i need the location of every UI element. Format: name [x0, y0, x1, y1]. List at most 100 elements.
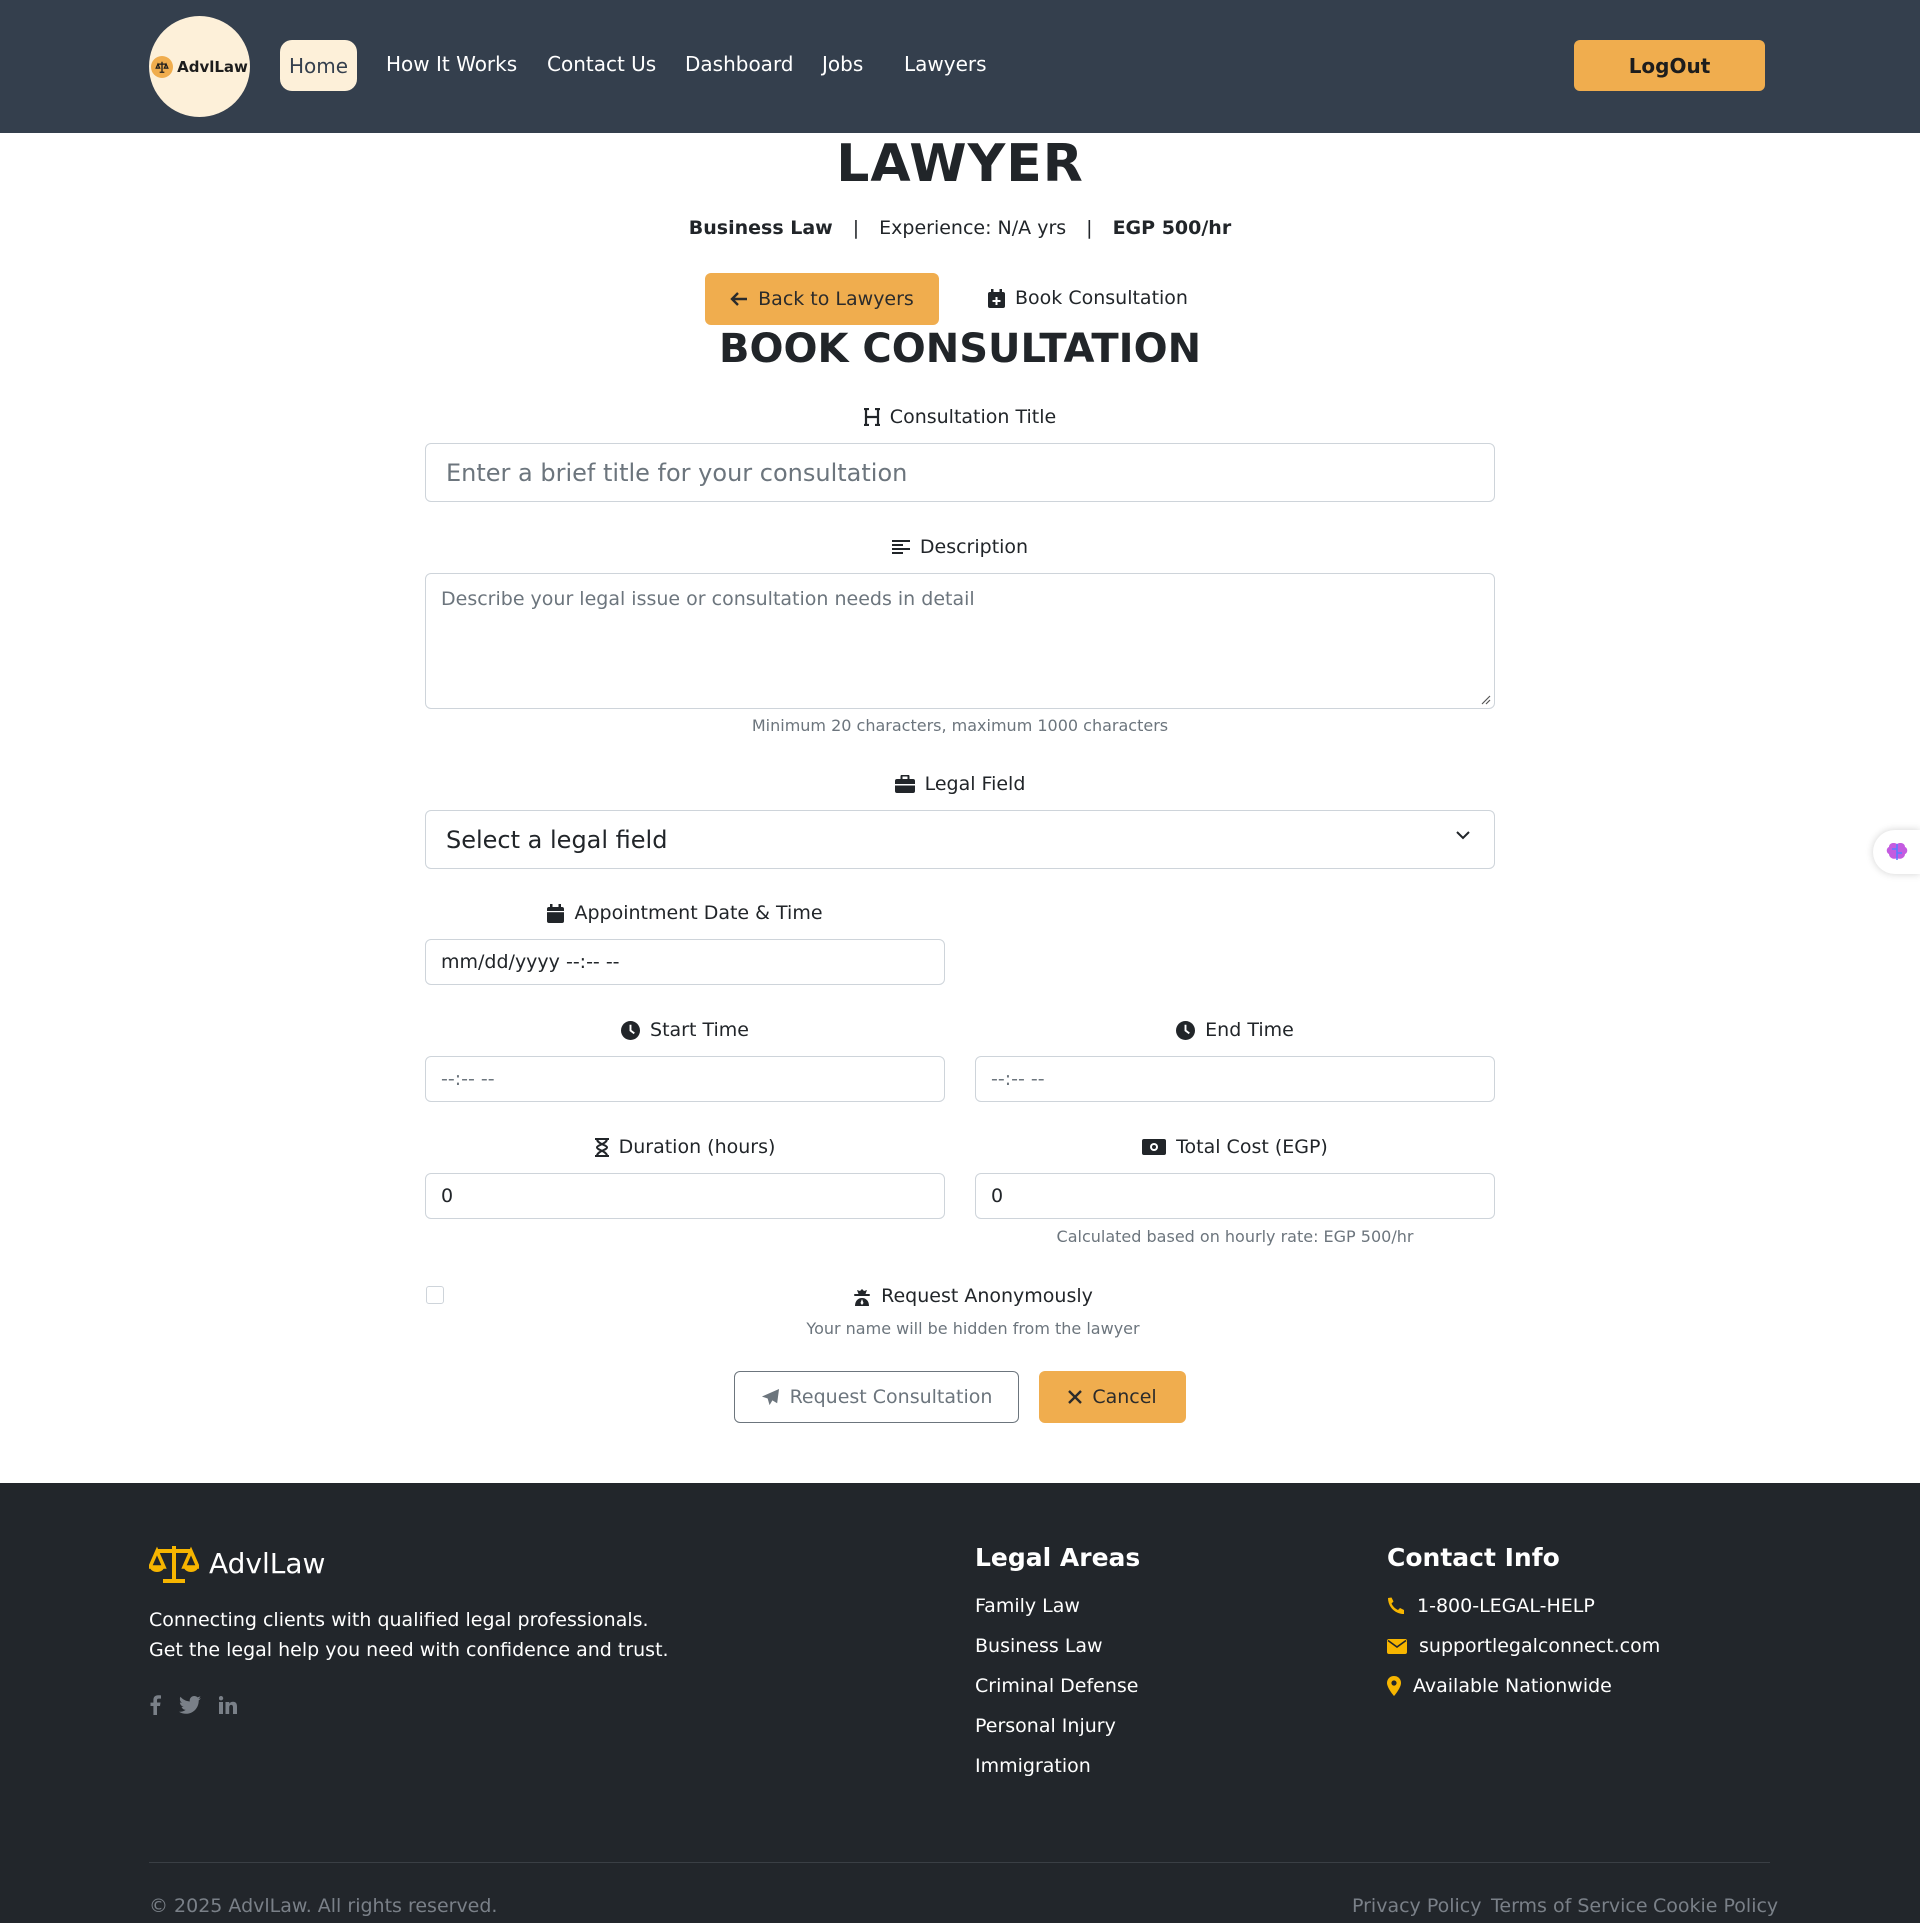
top-navbar: AdvlLaw Home How It Works Contact Us Das… — [0, 0, 1920, 133]
description-textarea[interactable]: Describe your legal issue or consultatio… — [425, 573, 1495, 709]
cookie-policy-link[interactable]: Cookie Policy — [1653, 1895, 1778, 1917]
legal-areas-heading: Legal Areas — [975, 1543, 1141, 1572]
footer-link-personal-injury[interactable]: Personal Injury — [975, 1715, 1116, 1737]
description-label-text: Description — [919, 536, 1029, 558]
end-time-label: End Time — [975, 1019, 1495, 1041]
lawyer-experience: Experience: N/A yrs — [879, 217, 1067, 239]
appointment-value: mm/dd/yyyy --:-- -- — [441, 951, 620, 973]
appointment-label-text: Appointment Date & Time — [574, 902, 823, 924]
lawyer-name: LAWYER — [836, 134, 1084, 194]
linkedin-icon[interactable] — [219, 1696, 237, 1714]
clock-icon — [621, 1020, 641, 1040]
hourglass-icon — [594, 1137, 609, 1157]
meta-separator: | — [852, 217, 860, 239]
total-cost-input[interactable]: 0 — [975, 1173, 1495, 1219]
money-bill-icon — [1142, 1139, 1167, 1155]
consultation-title-input[interactable]: Enter a brief title for your consultatio… — [425, 443, 1495, 502]
heading-icon — [863, 408, 880, 426]
scale-icon — [151, 55, 174, 78]
book-tab-label: Book Consultation — [1015, 287, 1188, 309]
brand-logo-text: AdvlLaw — [177, 57, 248, 76]
chevron-down-icon — [1456, 831, 1470, 840]
contact-phone[interactable]: 1-800-LEGAL-HELP — [1387, 1595, 1595, 1617]
nav-lawyers[interactable]: Lawyers — [904, 52, 987, 76]
phone-icon — [1388, 1597, 1404, 1614]
envelope-icon — [1387, 1638, 1407, 1654]
user-secret-icon — [854, 1288, 871, 1306]
end-time-input[interactable]: --:-- -- — [975, 1056, 1495, 1102]
start-time-label: Start Time — [425, 1019, 945, 1041]
anonymous-hint: Your name will be hidden from the lawyer — [806, 1319, 1140, 1338]
appointment-datetime-input[interactable]: mm/dd/yyyy --:-- -- — [425, 939, 945, 985]
clock-icon — [1176, 1020, 1196, 1040]
social-links — [149, 1695, 237, 1715]
legal-field-select[interactable]: Select a legal field — [425, 810, 1495, 869]
description-label: Description — [0, 536, 1920, 558]
legal-field-label-text: Legal Field — [924, 773, 1026, 795]
scale-icon — [149, 1546, 199, 1583]
contact-email[interactable]: supportlegalconnect.com — [1387, 1635, 1660, 1657]
close-icon — [1068, 1390, 1083, 1404]
nav-dashboard[interactable]: Dashboard — [685, 52, 794, 76]
cancel-button[interactable]: Cancel — [1039, 1371, 1186, 1423]
terms-of-service-link[interactable]: Terms of Service — [1491, 1895, 1648, 1917]
anonymous-label: Request Anonymously — [0, 1285, 1920, 1307]
lawyer-rate: EGP 500/hr — [1112, 217, 1232, 239]
facebook-icon[interactable] — [149, 1695, 161, 1715]
nav-how-it-works[interactable]: How It Works — [386, 52, 517, 76]
nav-contact-us[interactable]: Contact Us — [547, 52, 656, 76]
paper-plane-icon — [761, 1388, 779, 1405]
contact-email-text: supportlegalconnect.com — [1419, 1635, 1661, 1657]
tab-book-consultation[interactable]: Book Consultation — [988, 287, 1188, 309]
privacy-policy-link[interactable]: Privacy Policy — [1352, 1895, 1481, 1917]
back-button-label: Back to Lawyers — [758, 288, 914, 310]
contact-info-heading: Contact Info — [1387, 1543, 1560, 1572]
contact-phone-text: 1-800-LEGAL-HELP — [1417, 1595, 1595, 1617]
end-time-value: --:-- -- — [991, 1068, 1045, 1090]
briefcase-icon — [894, 775, 915, 793]
start-time-label-text: Start Time — [650, 1019, 749, 1041]
calendar-icon — [547, 903, 565, 923]
footer-description: Connecting clients with qualified legal … — [149, 1609, 669, 1661]
calendar-plus-icon — [988, 288, 1005, 308]
lawyer-specialty: Business Law — [688, 217, 833, 239]
resize-handle-icon[interactable] — [1481, 695, 1491, 705]
total-cost-value: 0 — [991, 1185, 1004, 1207]
duration-label: Duration (hours) — [425, 1136, 945, 1158]
footer-link-business-law[interactable]: Business Law — [975, 1635, 1103, 1657]
map-pin-icon — [1387, 1676, 1401, 1696]
copyright: © 2025 AdvlLaw. All rights reserved. — [149, 1895, 498, 1917]
contact-location-text: Available Nationwide — [1413, 1675, 1612, 1697]
lawyer-meta: Business Law | Experience: N/A yrs | EGP… — [0, 217, 1920, 239]
legal-field-label: Legal Field — [0, 773, 1920, 795]
appointment-label: Appointment Date & Time — [425, 902, 945, 924]
consultation-title-label: Consultation Title — [0, 406, 1920, 428]
back-to-lawyers-button[interactable]: Back to Lawyers — [705, 273, 939, 325]
logout-button[interactable]: LogOut — [1574, 40, 1765, 91]
arrow-left-icon — [730, 292, 748, 306]
duration-label-text: Duration (hours) — [618, 1136, 776, 1158]
twitter-icon[interactable] — [179, 1696, 201, 1714]
footer-link-immigration[interactable]: Immigration — [975, 1755, 1091, 1777]
meta-separator: | — [1086, 217, 1093, 239]
nav-home[interactable]: Home — [280, 40, 357, 91]
start-time-value: --:-- -- — [441, 1068, 495, 1090]
consultation-title-label-text: Consultation Title — [889, 406, 1057, 428]
brain-icon — [1886, 843, 1907, 860]
footer-link-criminal-defense[interactable]: Criminal Defense — [975, 1675, 1138, 1697]
duration-input[interactable]: 0 — [425, 1173, 945, 1219]
legal-field-selected: Select a legal field — [446, 825, 668, 854]
start-time-input[interactable]: --:-- -- — [425, 1056, 945, 1102]
assistant-widget[interactable] — [1873, 830, 1920, 874]
duration-value: 0 — [441, 1185, 454, 1207]
consultation-title-placeholder: Enter a brief title for your consultatio… — [446, 458, 908, 487]
request-consultation-button[interactable]: Request Consultation — [734, 1371, 1019, 1423]
nav-jobs[interactable]: Jobs — [822, 52, 863, 76]
cancel-label: Cancel — [1092, 1386, 1157, 1408]
brand-logo[interactable]: AdvlLaw — [149, 16, 250, 117]
footer-link-family-law[interactable]: Family Law — [975, 1595, 1080, 1617]
footer-brand[interactable]: AdvlLaw — [149, 1543, 325, 1583]
footer-brand-text: AdvlLaw — [209, 1546, 326, 1580]
end-time-label-text: End Time — [1205, 1019, 1294, 1041]
footer-divider — [149, 1862, 1770, 1863]
